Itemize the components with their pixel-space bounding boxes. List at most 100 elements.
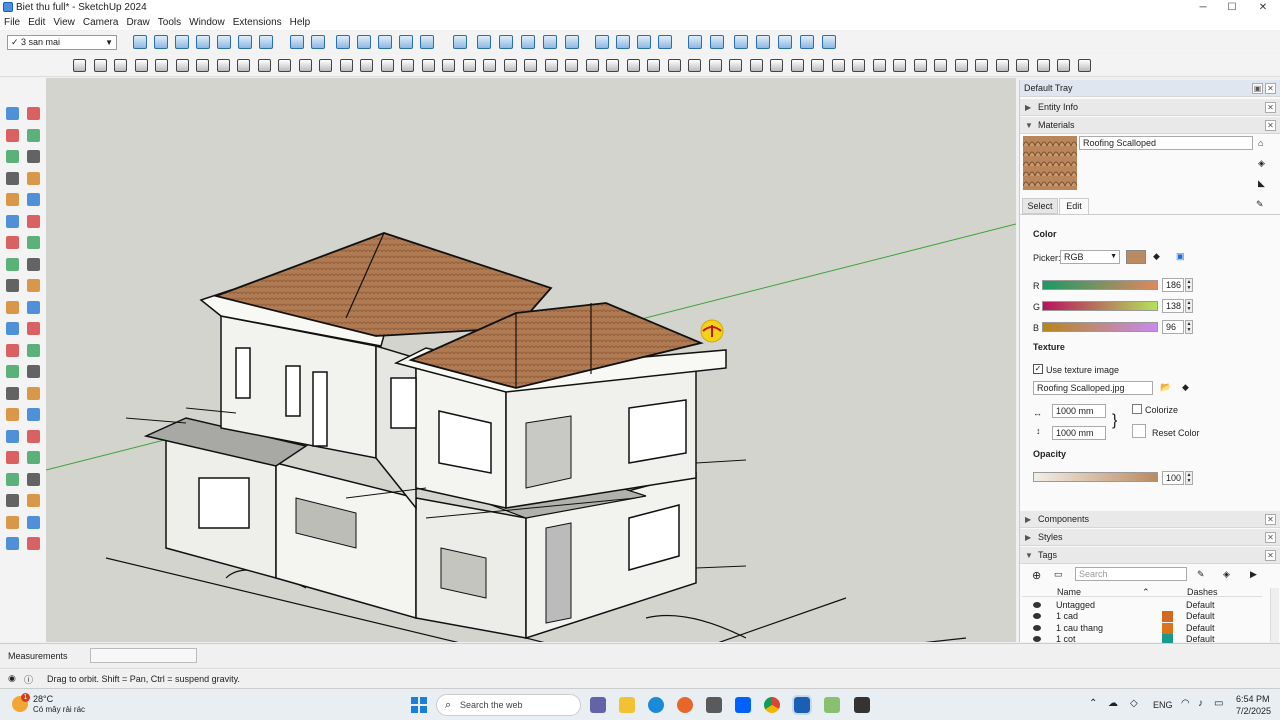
extension-tool-icon[interactable] (135, 59, 148, 72)
extension-tool-icon[interactable] (442, 59, 455, 72)
toolbar-tool-icon[interactable] (658, 35, 672, 49)
drawing-tool-icon[interactable] (6, 279, 19, 292)
toolbar-tool-icon[interactable] (543, 35, 557, 49)
picker-dropdown[interactable]: RGB ▼ (1060, 250, 1120, 264)
drawing-tool-icon[interactable] (6, 322, 19, 335)
close-panel-icon[interactable]: ✕ (1265, 102, 1276, 113)
toolbar-tool-icon[interactable] (800, 35, 814, 49)
drawing-tool-icon[interactable] (6, 429, 19, 443)
extension-tool-icon[interactable] (217, 59, 230, 72)
geo-location-icon[interactable]: ◉ (8, 673, 16, 684)
cloud-icon[interactable]: ☁ (1108, 698, 1118, 709)
extension-tool-icon[interactable] (94, 59, 107, 72)
drawing-tool-icon[interactable] (27, 343, 40, 357)
eye-icon[interactable] (1033, 635, 1041, 642)
green-spinner[interactable]: ▲ ▼ (1185, 299, 1193, 313)
battery-icon[interactable]: ▭ (1214, 698, 1223, 709)
extension-tool-icon[interactable] (668, 59, 681, 72)
add-tag-icon[interactable]: ⊕ (1032, 569, 1041, 582)
menu-view[interactable]: View (53, 17, 75, 28)
extension-tool-icon[interactable] (975, 59, 988, 72)
drawing-tool-icon[interactable] (27, 128, 40, 142)
opacity-slider[interactable] (1033, 472, 1158, 482)
toolbar-tool-icon[interactable] (499, 35, 513, 49)
extension-tool-icon[interactable] (893, 59, 906, 72)
extension-tool-icon[interactable] (504, 59, 517, 72)
edge-icon[interactable] (648, 697, 664, 713)
toolbar-tool-icon[interactable] (710, 35, 724, 49)
browse-folder-icon[interactable]: 📂 (1160, 382, 1171, 393)
close-panel-icon[interactable]: ✕ (1265, 514, 1276, 525)
extension-tool-icon[interactable] (155, 59, 168, 72)
blue-spinner[interactable]: ▲ ▼ (1185, 320, 1193, 334)
drawing-tool-icon[interactable] (6, 386, 19, 400)
tag-dashes[interactable]: Default (1186, 600, 1215, 611)
drawing-tool-icon[interactable] (6, 343, 19, 357)
green-value[interactable]: 138 (1162, 299, 1184, 313)
drawing-tool-icon[interactable] (6, 408, 19, 421)
drawing-tool-icon[interactable] (27, 408, 40, 421)
drawing-tool-icon[interactable] (27, 515, 40, 529)
tag-color-swatch[interactable] (1162, 622, 1173, 634)
toolbar-tool-icon[interactable] (196, 35, 210, 49)
extension-tool-icon[interactable] (319, 59, 332, 72)
use-texture-checkbox[interactable]: ✓ (1033, 364, 1043, 374)
drawing-tool-icon[interactable] (27, 257, 40, 271)
extension-tool-icon[interactable] (1078, 59, 1091, 72)
drawing-tool-icon[interactable] (6, 128, 19, 142)
col-name[interactable]: Name (1057, 587, 1081, 597)
dropbox-icon[interactable] (735, 697, 751, 713)
extension-tool-icon[interactable] (996, 59, 1009, 72)
create-material-icon[interactable]: ◈ (1258, 158, 1265, 169)
current-color-swatch[interactable] (1126, 250, 1146, 264)
tag-dashes[interactable]: Default (1186, 611, 1215, 622)
match-screen-color-icon[interactable]: ▣ (1176, 251, 1185, 262)
extension-tool-icon[interactable] (832, 59, 845, 72)
extension-tool-icon[interactable] (73, 59, 86, 72)
extension-tool-icon[interactable] (955, 59, 968, 72)
extension-tool-icon[interactable] (278, 59, 291, 72)
extension-tool-icon[interactable] (873, 59, 886, 72)
toolbar-tool-icon[interactable] (734, 35, 748, 49)
display-secondary-icon[interactable]: ◣ (1258, 178, 1265, 189)
reset-color-swatch[interactable] (1132, 424, 1146, 438)
app-icon-dark[interactable] (854, 697, 870, 713)
extension-tool-icon[interactable] (340, 59, 353, 72)
tag-row[interactable]: 1 cau thang Default (1021, 622, 1266, 634)
edit-texture-icon[interactable]: ◆ (1182, 382, 1189, 393)
tag-dashes[interactable]: Default (1186, 623, 1215, 634)
extension-tool-icon[interactable] (114, 59, 127, 72)
extension-tool-icon[interactable] (791, 59, 804, 72)
green-slider[interactable] (1042, 301, 1158, 311)
blue-value[interactable]: 96 (1162, 320, 1184, 334)
col-dashes[interactable]: Dashes (1187, 587, 1218, 597)
toolbar-tool-icon[interactable] (311, 35, 325, 49)
extension-tool-icon[interactable] (811, 59, 824, 72)
drawing-tool-icon[interactable] (27, 236, 40, 249)
toolbar-tool-icon[interactable] (357, 35, 371, 49)
extension-tool-icon[interactable] (237, 59, 250, 72)
lock-aspect-icon[interactable]: } (1112, 412, 1117, 430)
toolbar-tool-icon[interactable] (154, 35, 168, 49)
sketchup-taskbar-icon[interactable] (792, 695, 812, 715)
toolbar-tool-icon[interactable] (595, 35, 609, 49)
dropbox-tray-icon[interactable]: ◇ (1130, 698, 1138, 709)
panel-components[interactable]: ▶ Components ✕ (1020, 511, 1280, 528)
extension-tool-icon[interactable] (196, 59, 209, 72)
eye-icon[interactable] (1033, 624, 1041, 631)
toolbar-tool-icon[interactable] (778, 35, 792, 49)
volume-icon[interactable]: ♪ (1198, 698, 1203, 709)
menu-extensions[interactable]: Extensions (233, 17, 282, 28)
extension-tool-icon[interactable] (729, 59, 742, 72)
drawing-tool-icon[interactable] (6, 236, 19, 249)
extension-tool-icon[interactable] (381, 59, 394, 72)
extension-tool-icon[interactable] (422, 59, 435, 72)
red-spinner[interactable]: ▲ ▼ (1185, 278, 1193, 292)
drawing-tool-icon[interactable] (27, 193, 40, 206)
tab-edit[interactable]: Edit (1059, 198, 1089, 214)
extension-tool-icon[interactable] (545, 59, 558, 72)
panel-styles[interactable]: ▶ Styles ✕ (1020, 529, 1280, 546)
minimize-button[interactable]: ─ (1189, 0, 1217, 15)
menu-draw[interactable]: Draw (126, 17, 149, 28)
chrome-icon[interactable] (764, 697, 780, 713)
